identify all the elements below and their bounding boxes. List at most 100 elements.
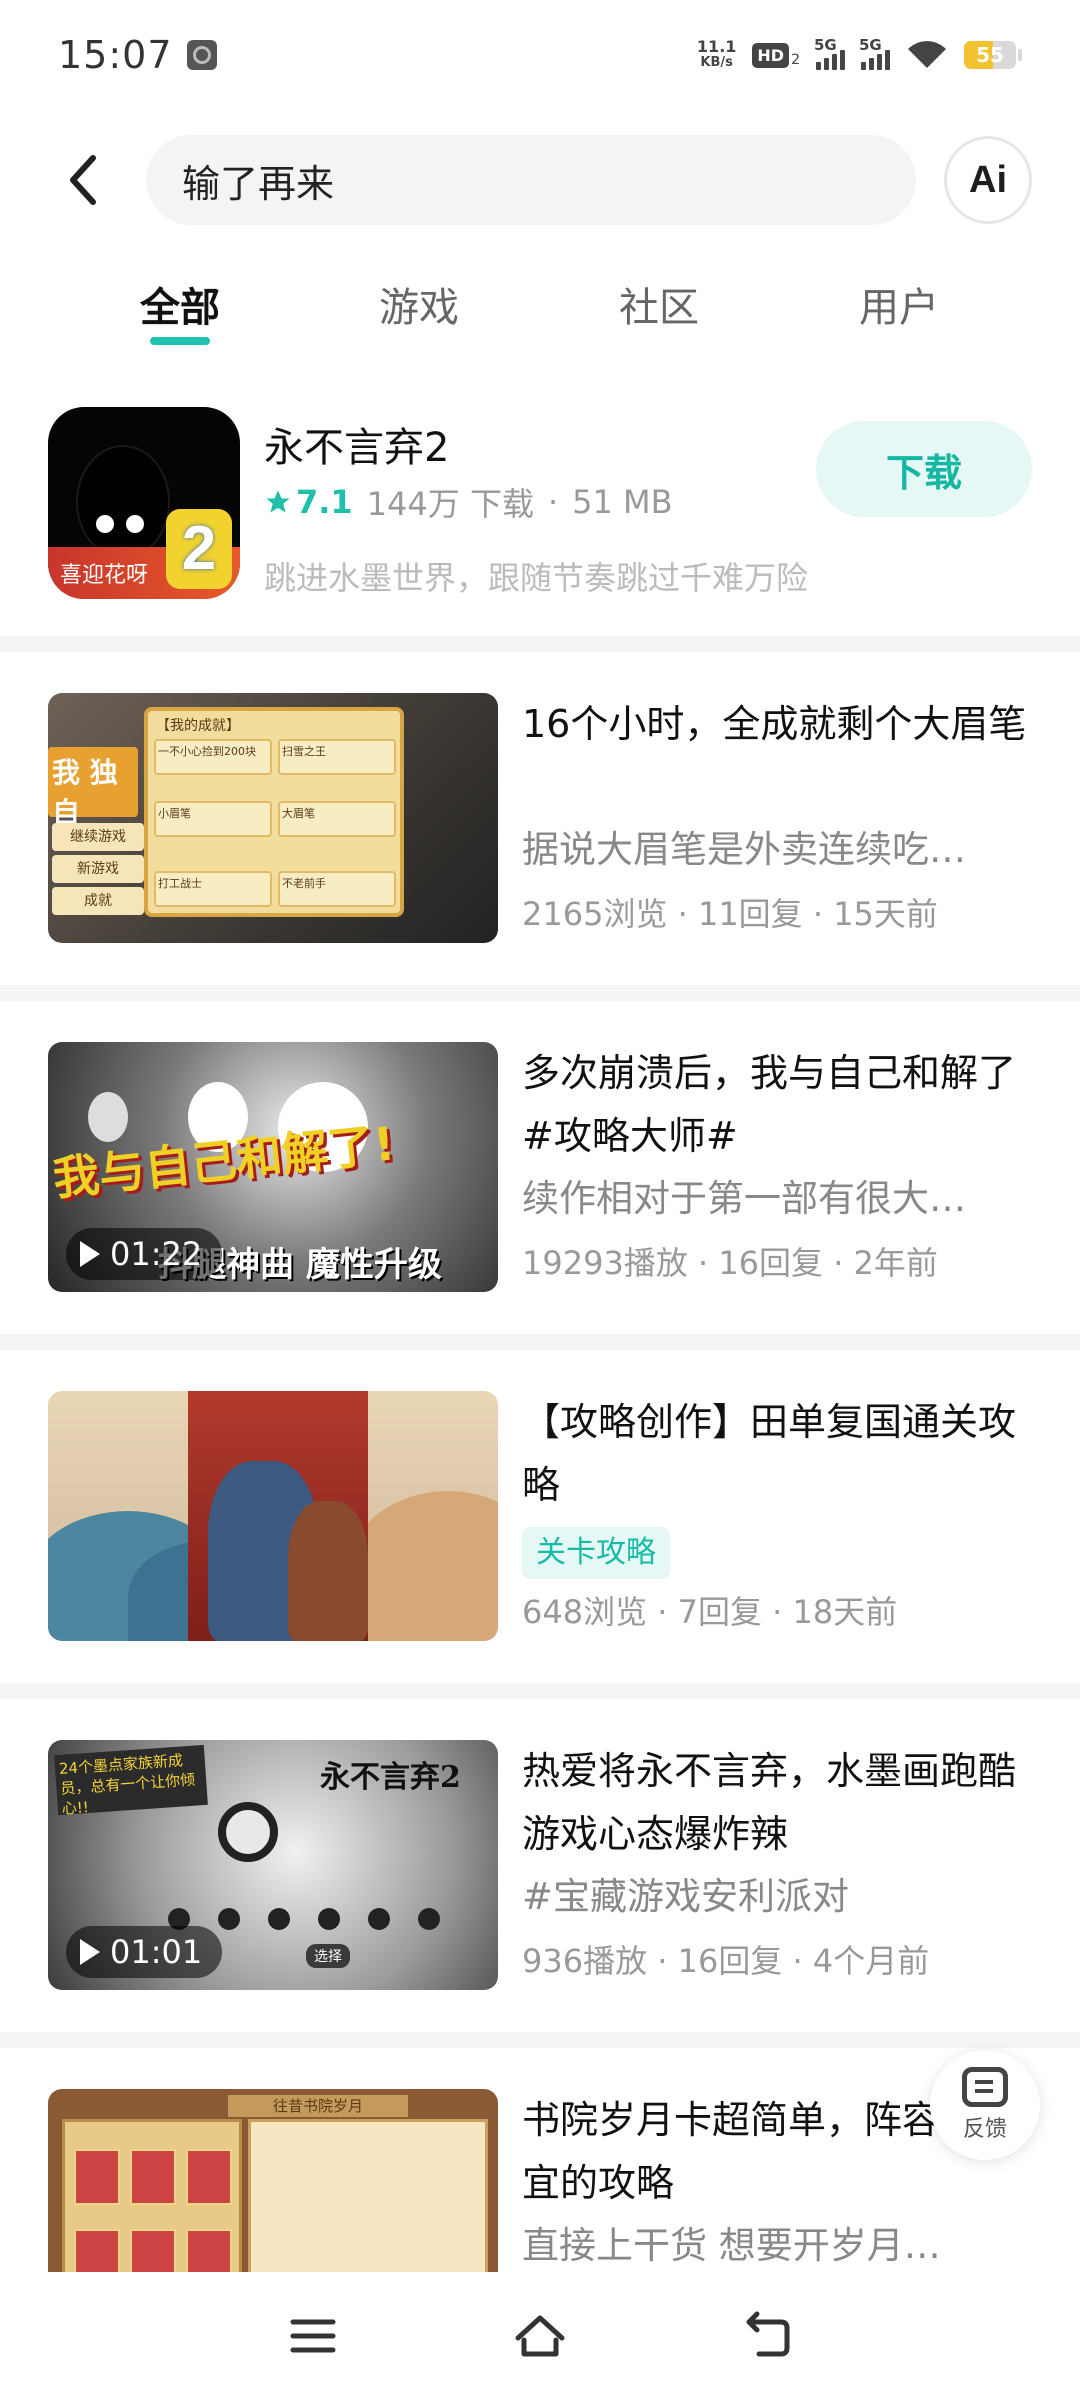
nav-menu-button[interactable]	[273, 2296, 353, 2376]
star-icon	[266, 490, 290, 513]
section-divider	[0, 985, 1080, 1001]
post-item[interactable]: 我 独自 继续游戏 新游戏 成就 【我的成就】 一不小心捡到200块 扫雪之王 …	[0, 693, 1080, 943]
search-box[interactable]	[146, 135, 916, 225]
back-icon	[746, 2311, 790, 2357]
thumb-menu-item: 成就	[52, 887, 144, 915]
app-size: 51 MB	[572, 483, 673, 521]
post-thumbnail[interactable]: 我 独自 继续游戏 新游戏 成就 【我的成就】 一不小心捡到200块 扫雪之王 …	[48, 693, 498, 943]
hd-sub: 2	[791, 51, 800, 68]
nav-home-button[interactable]	[500, 2296, 580, 2376]
post-item[interactable]: 我与自己和解了! 抖腿神曲 魔性升级 01:22 多次崩溃后，我与自己和解了#攻…	[0, 1042, 1080, 1292]
post-tag[interactable]: 关卡攻略	[522, 1527, 670, 1579]
net-speed-unit: KB/s	[700, 55, 733, 70]
post-stats: 19293播放 · 16回复 · 2年前	[522, 1244, 938, 1282]
post-thumbnail[interactable]: 我与自己和解了! 抖腿神曲 魔性升级 01:22	[48, 1042, 498, 1292]
post-thumbnail[interactable]	[48, 1391, 498, 1641]
section-divider	[0, 636, 1080, 652]
sim2-label: 5G	[859, 36, 882, 54]
signal-icon-1: 5G	[814, 36, 845, 70]
app-icon-text: 喜迎花呀	[60, 563, 149, 588]
chevron-left-icon	[70, 155, 96, 205]
post-item[interactable]: 往昔书院岁月 书院岁月卡超简单，阵容超便宜的攻略 直接上干货 想要开岁月…	[0, 2089, 1080, 2272]
menu-icon	[290, 2319, 336, 2353]
section-divider	[0, 1683, 1080, 1699]
thumb-select-button: 选择	[306, 1944, 350, 1968]
thumb-side-panel: 我 独自	[48, 747, 138, 829]
ai-button[interactable]: Ai	[944, 136, 1032, 224]
status-bar: 15:07 11.1 KB/s HD 2 5G 5G 55	[0, 0, 1080, 110]
feedback-button[interactable]: 反馈	[930, 2050, 1040, 2160]
search-row: Ai	[0, 130, 1080, 230]
hd-voice-icon: HD 2	[752, 42, 800, 68]
thumb-cell: 打工战士	[154, 871, 272, 907]
post-item[interactable]: 24个墨点家族新成员，总有一个让你倾心!! 永不言弃2 选择 01:01 热爱将…	[0, 1740, 1080, 1990]
post-subtitle: 直接上干货 想要开岁月…	[522, 2224, 941, 2267]
play-icon	[80, 1241, 100, 1267]
download-button[interactable]: 下载	[816, 421, 1032, 517]
ai-label: Ai	[969, 158, 1007, 201]
post-title: 【攻略创作】田单复国通关攻略	[522, 1400, 1017, 1507]
video-duration: 01:22	[66, 1228, 223, 1280]
app-description: 跳进水墨世界，跟随节奏跳过千难万险	[264, 559, 809, 597]
tab-label: 用户	[859, 285, 939, 331]
thumb-header: 往昔书院岁月	[228, 2095, 408, 2117]
post-title: 热爱将永不言弃，水墨画跑酷游戏心态爆炸辣	[522, 1749, 1017, 1856]
thumb-banner: 24个墨点家族新成员，总有一个让你倾心!!	[54, 1744, 208, 1818]
tab-label: 社区	[619, 285, 699, 331]
meta-separator: ·	[547, 483, 559, 521]
thumb-menu-item: 新游戏	[52, 855, 144, 883]
feedback-icon	[962, 2067, 1008, 2107]
hd-label: HD	[752, 42, 790, 68]
post-subtitle: #宝藏游戏安利派对	[522, 1875, 850, 1918]
system-nav-bar	[0, 2272, 1080, 2400]
status-right: 11.1 KB/s HD 2 5G 5G 55	[696, 36, 1022, 71]
tab-games[interactable]: 游戏	[339, 275, 499, 333]
sim1-label: 5G	[814, 36, 837, 54]
app-icon[interactable]: 喜迎花呀 2	[48, 407, 240, 599]
net-speed-value: 11.1	[696, 37, 737, 56]
thumb-cell: 小眉笔	[154, 801, 272, 837]
thumb-side-text: 我 独自	[52, 756, 118, 829]
video-duration: 01:01	[66, 1926, 223, 1978]
post-stats: 2165浏览 · 11回复 · 15天前	[522, 895, 938, 933]
wifi-icon	[906, 40, 948, 70]
post-subtitle: 据说大眉笔是外卖连续吃…	[522, 828, 966, 871]
tab-underline	[150, 337, 210, 345]
post-stats: 648浏览 · 7回复 · 18天前	[522, 1593, 898, 1631]
thumb-cell: 大眉笔	[278, 801, 396, 837]
status-time: 15:07	[58, 33, 173, 77]
play-icon	[80, 1939, 100, 1965]
tab-label: 游戏	[379, 285, 459, 331]
tab-community[interactable]: 社区	[579, 275, 739, 333]
app-rating-value: 7.1	[296, 483, 353, 521]
home-icon	[515, 2315, 565, 2357]
tab-bar: 全部 游戏 社区 用户	[0, 275, 1080, 355]
tab-users[interactable]: 用户	[819, 275, 979, 333]
duration-text: 01:01	[110, 1933, 203, 1971]
notification-icon	[186, 40, 217, 70]
post-thumbnail[interactable]: 往昔书院岁月	[48, 2089, 498, 2272]
thumb-menu-item: 继续游戏	[52, 823, 144, 851]
section-divider	[0, 2032, 1080, 2048]
app-icon-badge: 2	[166, 509, 232, 589]
section-divider	[0, 1334, 1080, 1350]
post-thumbnail[interactable]: 24个墨点家族新成员，总有一个让你倾心!! 永不言弃2 选择 01:01	[48, 1740, 498, 1990]
tab-all[interactable]: 全部	[100, 275, 260, 345]
nav-back-button[interactable]	[727, 2296, 807, 2376]
post-title: 多次崩溃后，我与自己和解了#攻略大师#	[522, 1051, 1017, 1158]
app-meta: 7.1 144万 下载 · 51 MB	[264, 479, 673, 525]
app-card[interactable]: 喜迎花呀 2 永不言弃2 7.1 144万 下载 · 51 MB 跳进水墨世界，…	[0, 405, 1080, 605]
thumb-logo: 永不言弃2	[320, 1760, 461, 1795]
tab-label: 全部	[140, 285, 220, 331]
search-input[interactable]	[182, 158, 916, 202]
thumb-cell: 不老前手	[278, 871, 396, 907]
back-button[interactable]	[48, 145, 118, 215]
signal-icon-2: 5G	[859, 36, 890, 70]
app-downloads: 144万 下载	[366, 485, 534, 523]
post-subtitle: 续作相对于第一部有很大…	[522, 1177, 966, 1220]
thumb-cell: 扫雪之王	[278, 739, 396, 775]
duration-text: 01:22	[110, 1235, 203, 1273]
feedback-label: 反馈	[962, 2117, 1007, 2142]
post-item[interactable]: 【攻略创作】田单复国通关攻略 关卡攻略 648浏览 · 7回复 · 18天前	[0, 1391, 1080, 1641]
post-title: 16个小时，全成就剩个大眉笔	[522, 702, 1027, 746]
